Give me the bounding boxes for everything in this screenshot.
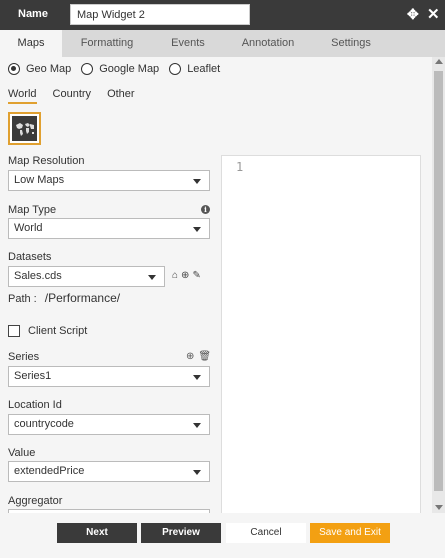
radio-leaflet[interactable]: Leaflet [169, 63, 220, 75]
path-value: /Performance/ [44, 291, 121, 305]
radio-label: Geo Map [26, 63, 72, 75]
tab-formatting[interactable]: Formatting [62, 30, 152, 57]
title-bar: Name ✥ ✕ [0, 0, 445, 30]
select-value: Series1 [14, 370, 52, 382]
home-icon[interactable]: ⌂ [172, 270, 178, 281]
editor-gutter [222, 156, 244, 513]
series-actions: ⊕ 🗑 [186, 351, 215, 362]
checkbox-box [8, 325, 20, 337]
client-script-editor[interactable]: 1 [221, 155, 421, 513]
value-select[interactable]: extendedPrice [8, 461, 210, 482]
datasets-select[interactable]: Sales.cds [8, 266, 165, 287]
scrollbar-thumb[interactable] [434, 71, 443, 491]
tab-events[interactable]: Events [152, 30, 224, 57]
value-label: Value [8, 447, 36, 459]
subtab-world[interactable]: World [8, 88, 37, 104]
chevron-down-icon [193, 179, 201, 184]
series-select[interactable]: Series1 [8, 366, 210, 387]
move-icon[interactable]: ✥ [407, 6, 419, 23]
next-button[interactable]: Next [57, 523, 137, 543]
client-script-checkbox[interactable]: Client Script [8, 325, 87, 337]
location-id-label: Location Id [8, 399, 62, 411]
path-label: Path : [8, 293, 37, 305]
preview-button[interactable]: Preview [141, 523, 221, 543]
datasets-label: Datasets [8, 251, 52, 263]
scroll-down-icon[interactable] [435, 505, 443, 510]
save-and-exit-button[interactable]: Save and Exit [310, 523, 390, 543]
edit-icon[interactable]: ✎ [192, 270, 200, 281]
subtab-country[interactable]: Country [53, 88, 92, 104]
map-type-select[interactable]: World [8, 218, 210, 239]
line-number: 1 [236, 160, 244, 174]
scroll-up-icon[interactable] [435, 59, 443, 64]
close-icon[interactable]: ✕ [427, 5, 440, 23]
series-label: Series [8, 351, 40, 363]
chevron-down-icon [193, 470, 201, 475]
subtab-other[interactable]: Other [107, 88, 135, 104]
tab-bar: Maps Formatting Events Annotation Settin… [0, 30, 445, 57]
world-map-thumbnail[interactable] [8, 112, 41, 145]
chevron-down-icon [148, 275, 156, 280]
path-row: Path : /Performance/ [8, 291, 120, 305]
radio-geo-map[interactable]: Geo Map [8, 63, 71, 75]
name-label: Name [18, 8, 48, 20]
map-type-label: Map Type [8, 204, 57, 216]
select-value: World [14, 222, 43, 234]
map-resolution-label: Map Resolution [8, 155, 85, 167]
world-map-icon [12, 116, 37, 141]
tab-maps[interactable]: Maps [0, 30, 62, 57]
radio-dot [169, 63, 182, 75]
select-value: Low Maps [14, 174, 65, 186]
footer-actions: Next Preview Cancel Save and Exit [0, 513, 445, 558]
dataset-actions: ⌂ ⊕ ✎ [172, 270, 204, 281]
vertical-scrollbar[interactable] [432, 57, 445, 513]
select-value: extendedPrice [14, 465, 85, 477]
widget-name-input[interactable] [70, 4, 250, 25]
maps-settings-panel: Geo Map Google Map Leaflet World Country… [0, 57, 432, 513]
radio-dot [81, 63, 94, 75]
map-resolution-select[interactable]: Low Maps [8, 170, 210, 191]
select-value: countrycode [14, 418, 74, 430]
radio-label: Google Map [99, 63, 160, 75]
info-icon[interactable]: i [201, 205, 210, 214]
trash-icon[interactable]: 🗑 [198, 351, 211, 362]
radio-google-map[interactable]: Google Map [81, 63, 159, 75]
map-source-options: Geo Map Google Map Leaflet [8, 63, 230, 75]
add-circle-icon[interactable]: ⊕ [181, 270, 189, 281]
map-region-tabs: World Country Other [8, 88, 151, 104]
radio-dot [8, 63, 20, 75]
location-id-select[interactable]: countrycode [8, 414, 210, 435]
tab-annotation[interactable]: Annotation [224, 30, 312, 57]
client-script-label: Client Script [28, 325, 88, 337]
select-value: Sales.cds [14, 270, 62, 282]
cancel-button[interactable]: Cancel [226, 523, 306, 543]
aggregator-label: Aggregator [8, 495, 63, 507]
chevron-down-icon [193, 227, 201, 232]
radio-label: Leaflet [187, 63, 221, 75]
chevron-down-icon [193, 375, 201, 380]
add-circle-icon[interactable]: ⊕ [186, 351, 194, 362]
tab-settings[interactable]: Settings [312, 30, 390, 57]
chevron-down-icon [193, 423, 201, 428]
